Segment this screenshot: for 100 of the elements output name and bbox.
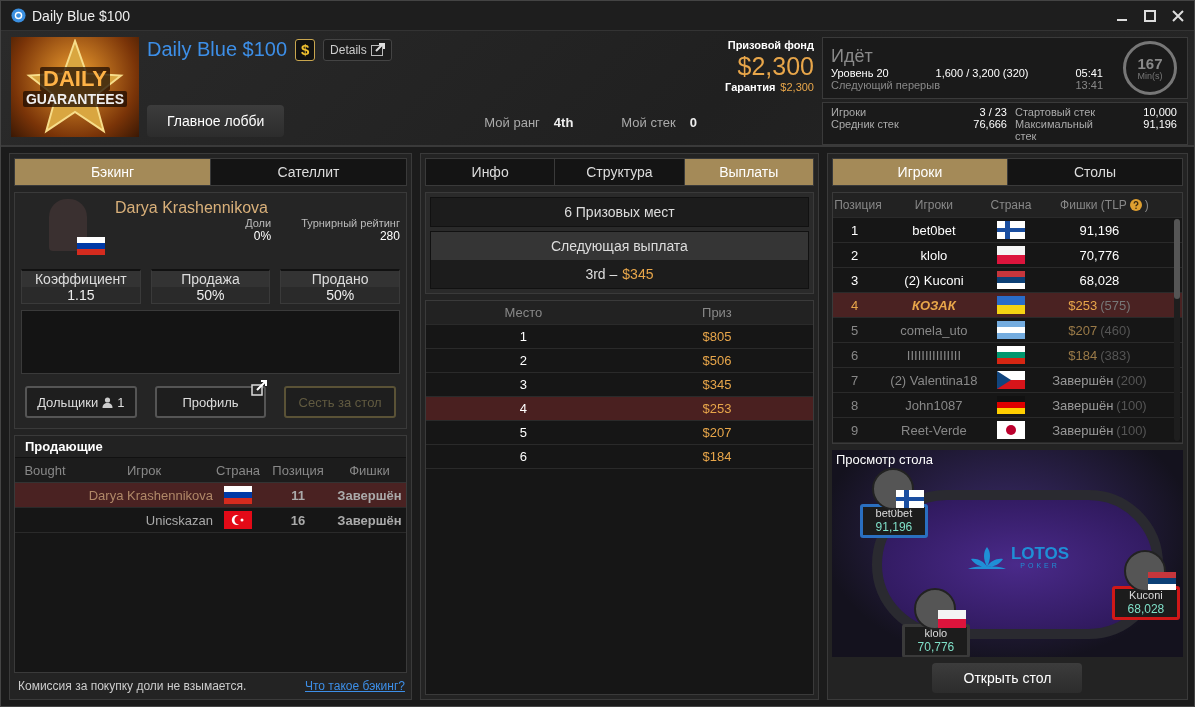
stat-value: 91,196 <box>1142 118 1177 132</box>
close-icon[interactable] <box>1172 9 1184 22</box>
next-payout-label: Следующая выплата <box>430 232 808 260</box>
avatar <box>49 199 87 251</box>
open-table-button[interactable]: Открыть стол <box>932 663 1083 693</box>
seat-plate[interactable]: klolo 70,776 <box>901 624 970 657</box>
flag-icon <box>996 346 1025 364</box>
next-payout-place: 3rd – <box>585 266 618 282</box>
table-cell-text: 1 <box>849 222 860 238</box>
minutes-unit: Min(s) <box>1137 70 1163 81</box>
my-stack-value: 0 <box>689 115 697 130</box>
tab[interactable]: Структура <box>554 159 684 185</box>
tournament-title: Daily Blue $100 <box>147 38 288 61</box>
flag-icon <box>996 296 1025 314</box>
seller-row[interactable]: Unicskazan 16 Завершён <box>15 508 406 533</box>
table-cell-text: 7 <box>849 372 860 388</box>
details-button[interactable]: Details <box>323 38 392 61</box>
seat-chips: 91,196 <box>875 520 913 535</box>
stat-label: Средник стек <box>831 118 900 132</box>
scrollbar[interactable] <box>1174 219 1180 441</box>
player-name: bet0bet <box>911 222 957 238</box>
tab[interactable]: Инфо <box>425 159 555 185</box>
tab[interactable]: Столы <box>1006 159 1182 185</box>
help-icon[interactable] <box>1129 199 1142 211</box>
chips-value: $207 <box>1068 322 1098 338</box>
flag-icon <box>224 511 252 529</box>
seat-plate[interactable]: bet0bet 91,196 <box>859 504 928 538</box>
prize-pool-label: Призовой фонд <box>727 39 814 51</box>
tlp-value: (200) <box>1116 372 1147 388</box>
stat-value: 76,666 <box>972 118 1007 132</box>
column-header: Страна <box>214 462 262 478</box>
poker-chip-icon <box>11 8 26 23</box>
person-icon <box>102 396 114 408</box>
flag-icon <box>1147 572 1176 590</box>
chips-value: Завершён <box>1052 422 1114 438</box>
stat-label: Максимальный стек <box>1015 118 1094 142</box>
seat-player-name: bet0bet <box>875 507 913 521</box>
maximize-icon[interactable] <box>1144 9 1156 22</box>
external-link-icon <box>251 380 267 396</box>
banner-text: DAILY <box>40 67 110 91</box>
profile-button[interactable]: Профиль <box>154 386 267 418</box>
table-cell-text: $253 <box>701 401 733 416</box>
table-cell-text: 6 <box>849 347 860 363</box>
metric-label: Продано <box>281 271 399 287</box>
column-header: Приз <box>701 305 733 320</box>
guarantee-label: Гарантия <box>725 81 776 93</box>
window-title: Daily Blue $100 <box>32 7 131 24</box>
my-rank-label: Мой ранг <box>484 115 540 130</box>
chips-value: $253 <box>1068 297 1098 313</box>
tournament-state: Идёт <box>831 45 874 67</box>
table-cell-text: Завершён <box>336 487 403 503</box>
flag-icon <box>996 421 1025 439</box>
player-name: (2) Kuconi <box>903 272 965 288</box>
seat-player-name: Kuconi <box>1129 589 1163 603</box>
column-header: Страна <box>989 198 1033 212</box>
shares-value: 0% <box>253 229 272 243</box>
next-break-label: Следующий перерыв <box>831 78 940 91</box>
column-header: Игрок <box>125 462 163 478</box>
column-header: Позиция <box>833 198 883 212</box>
stat-label: Игроки <box>831 106 868 118</box>
backing-help-link[interactable]: Что такое бэкинг? <box>305 679 405 693</box>
stat-value: 3 / 23 <box>978 106 1007 118</box>
tab[interactable]: Сателлит <box>210 159 406 185</box>
player-row[interactable]: 4 КОЗАК $253 (575) <box>832 293 1182 318</box>
table-cell-text: 9 <box>849 422 860 438</box>
minutes-value: 167 <box>1137 55 1163 71</box>
player-name: (2) Valentina18 <box>889 372 979 388</box>
chips-value: Завершён <box>1052 397 1114 413</box>
table-cell-text: Завершён <box>336 512 403 528</box>
flag-icon <box>937 610 966 628</box>
table-cell-text: 1 <box>518 329 529 344</box>
column-header: Bought <box>23 462 67 478</box>
my-stack-label: Мой стек <box>621 115 676 130</box>
flag-icon <box>996 246 1025 264</box>
player-name: John1087 <box>904 397 964 413</box>
column-header: Место <box>503 305 544 320</box>
metric-label: Продажа <box>151 271 270 287</box>
seat-chips: 68,028 <box>1127 602 1165 617</box>
level-label: Уровень 20 <box>831 66 889 79</box>
column-header: Позиция <box>271 462 325 478</box>
chips-value: 91,196 <box>1079 222 1120 238</box>
my-rank-value: 4th <box>553 115 574 130</box>
player-name: Reet-Verde <box>900 422 968 438</box>
shareholders-button[interactable]: Дольщики 1 <box>25 386 137 418</box>
flag-icon <box>224 486 252 504</box>
table-cell-text: 5 <box>518 425 529 440</box>
prize-pool-value: $2,300 <box>737 51 814 81</box>
main-lobby-button[interactable]: Главное лобби <box>147 105 285 137</box>
player-name: Darya Krashennikova <box>87 487 213 503</box>
table-cell-text: 3 <box>518 377 529 392</box>
table-cell-text: $345 <box>701 377 733 392</box>
table-cell-text: 16 <box>289 512 307 528</box>
column-header: Фишки (TLP <box>1060 198 1127 212</box>
table-cell-text: 2 <box>518 353 529 368</box>
player-name: Unicskazan <box>144 512 213 528</box>
rating-label: Турнирный рейтинг <box>301 217 400 229</box>
level-time: 05:41 <box>1075 66 1103 79</box>
seller-row[interactable]: Darya Krashennikova 11 Завершён <box>15 483 406 508</box>
flag-icon <box>895 490 924 508</box>
table-cell-text: $506 <box>701 353 733 368</box>
